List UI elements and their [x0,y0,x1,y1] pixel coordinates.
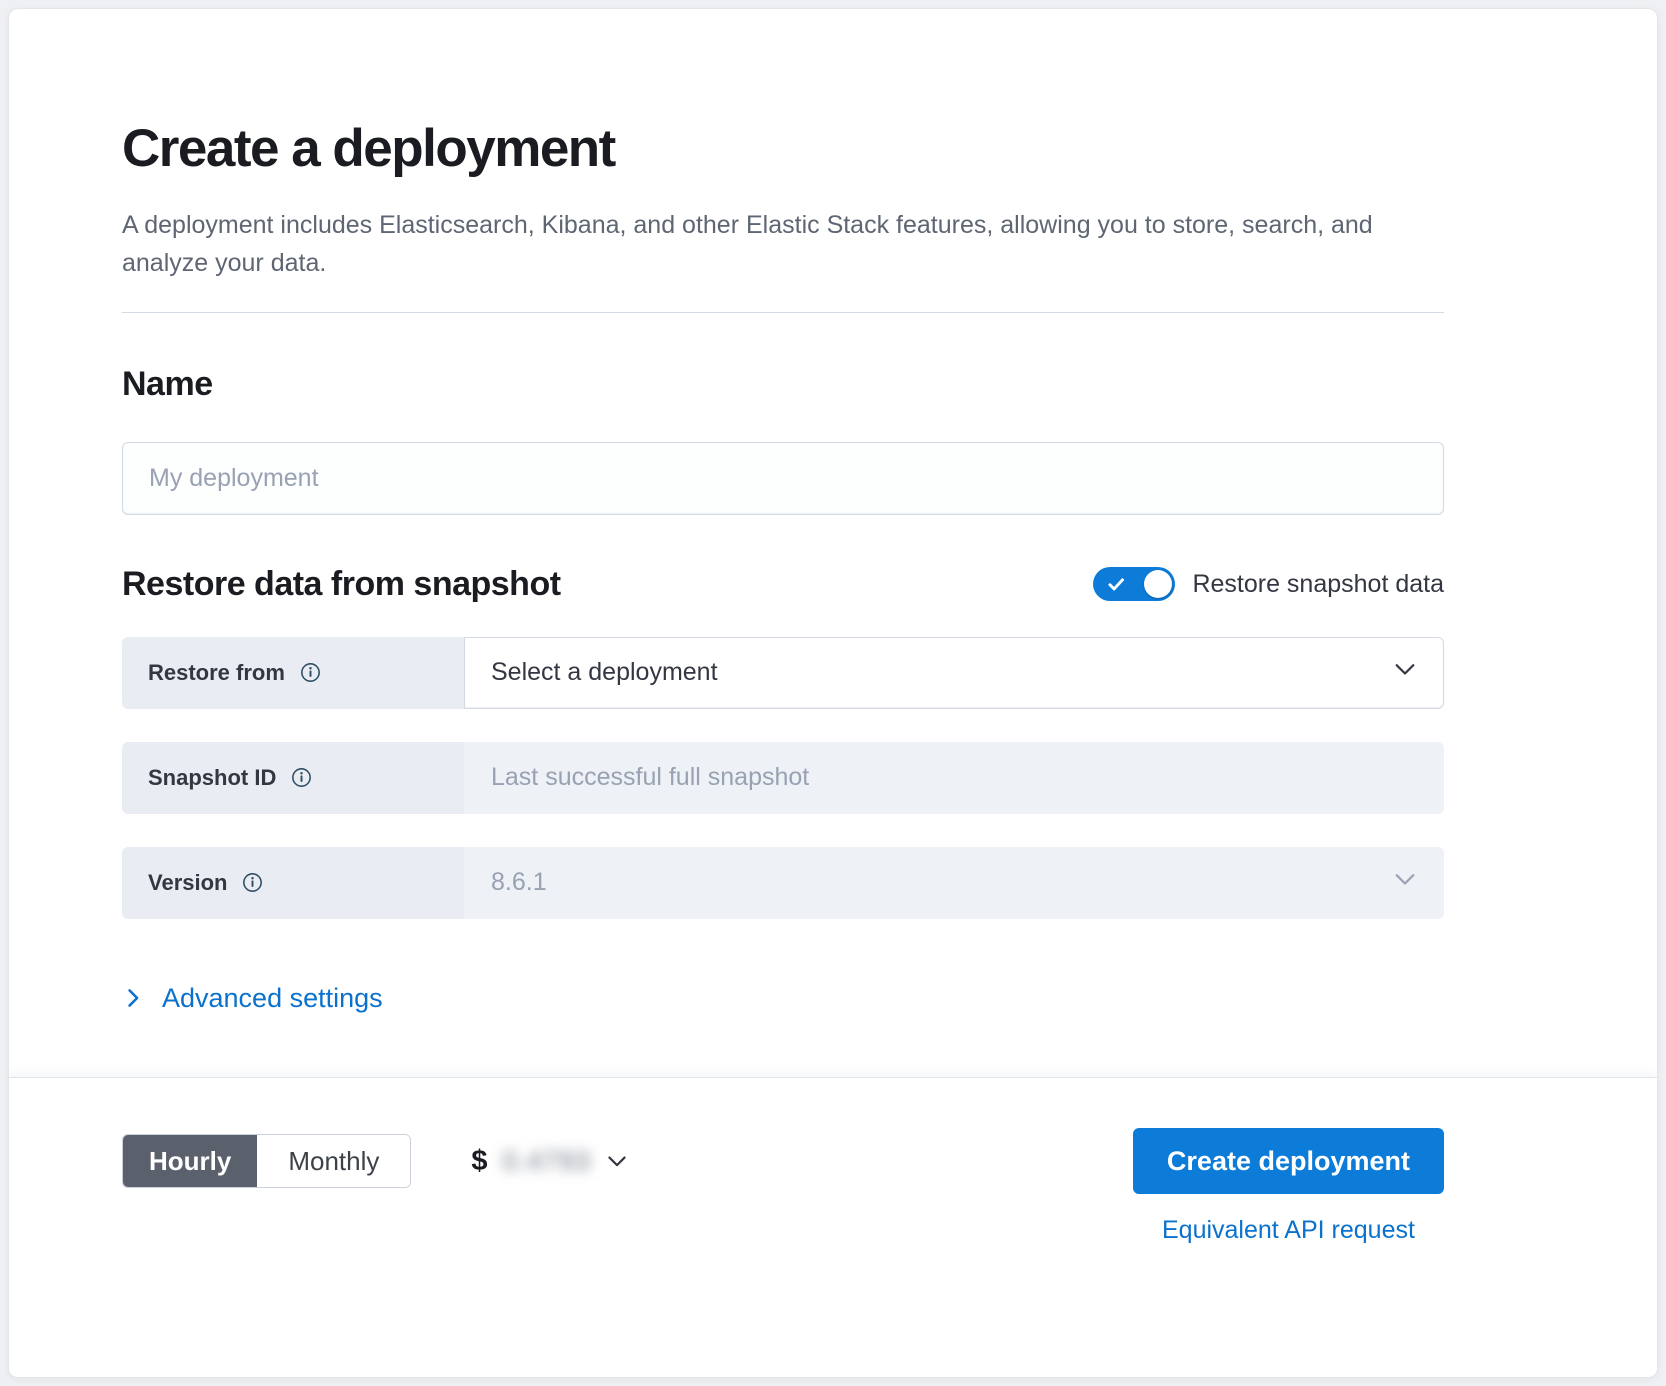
hourly-button[interactable]: Hourly [123,1135,257,1187]
deployment-name-input[interactable] [122,442,1444,515]
divider [122,312,1444,313]
main-content: Create a deployment A deployment include… [9,9,1657,1077]
restore-snapshot-toggle[interactable] [1093,567,1175,601]
restore-from-select[interactable]: Select a deployment [464,637,1444,709]
snapshot-id-row: Snapshot ID Last successful full snapsho… [122,742,1444,814]
snapshot-heading: Restore data from snapshot [122,565,561,604]
create-deployment-button[interactable]: Create deployment [1133,1128,1444,1194]
price-dropdown[interactable]: $ 0.4793 [471,1145,628,1178]
snapshot-id-label-text: Snapshot ID [148,765,276,791]
equivalent-api-request-link[interactable]: Equivalent API request [1162,1216,1415,1245]
name-heading: Name [122,365,1444,404]
price-amount-blurred: 0.4793 [503,1146,592,1177]
snapshot-section-header: Restore data from snapshot Restore snaps… [122,565,1444,604]
restore-from-row: Restore from Select a deployment [122,637,1444,709]
billing-cluster: Hourly Monthly $ 0.4793 [122,1128,628,1194]
version-select: 8.6.1 [464,847,1444,919]
restore-from-label-text: Restore from [148,660,285,686]
version-row: Version 8.6.1 [122,847,1444,919]
restore-from-value: Select a deployment [491,658,718,687]
page-title: Create a deployment [122,119,1444,180]
check-icon [1106,574,1127,595]
advanced-settings-label: Advanced settings [162,983,383,1014]
chevron-right-icon [122,987,144,1009]
snapshot-id-input: Last successful full snapshot [464,742,1444,814]
billing-interval-toggle: Hourly Monthly [122,1134,411,1188]
version-label: Version [122,847,464,919]
info-icon[interactable] [300,662,321,683]
chevron-down-icon [1393,657,1417,688]
toggle-label: Restore snapshot data [1192,570,1444,599]
advanced-settings-link[interactable]: Advanced settings [122,983,383,1014]
info-icon[interactable] [291,767,312,788]
bottom-bar: Hourly Monthly $ 0.4793 Create deploymen… [9,1077,1657,1377]
info-icon[interactable] [242,872,263,893]
toggle-knob [1144,570,1172,598]
footer-actions: Create deployment Equivalent API request [1133,1128,1444,1245]
monthly-button[interactable]: Monthly [257,1135,410,1187]
restore-from-label: Restore from [122,637,464,709]
version-label-text: Version [148,870,227,896]
chevron-down-icon [606,1150,628,1172]
page-subtitle: A deployment includes Elasticsearch, Kib… [122,206,1387,282]
version-value: 8.6.1 [491,868,547,897]
price-currency: $ [471,1145,487,1178]
create-deployment-card: Create a deployment A deployment include… [8,8,1658,1378]
snapshot-id-placeholder: Last successful full snapshot [491,763,809,792]
chevron-down-icon [1393,867,1417,898]
snapshot-id-label: Snapshot ID [122,742,464,814]
restore-snapshot-toggle-group: Restore snapshot data [1093,567,1444,601]
